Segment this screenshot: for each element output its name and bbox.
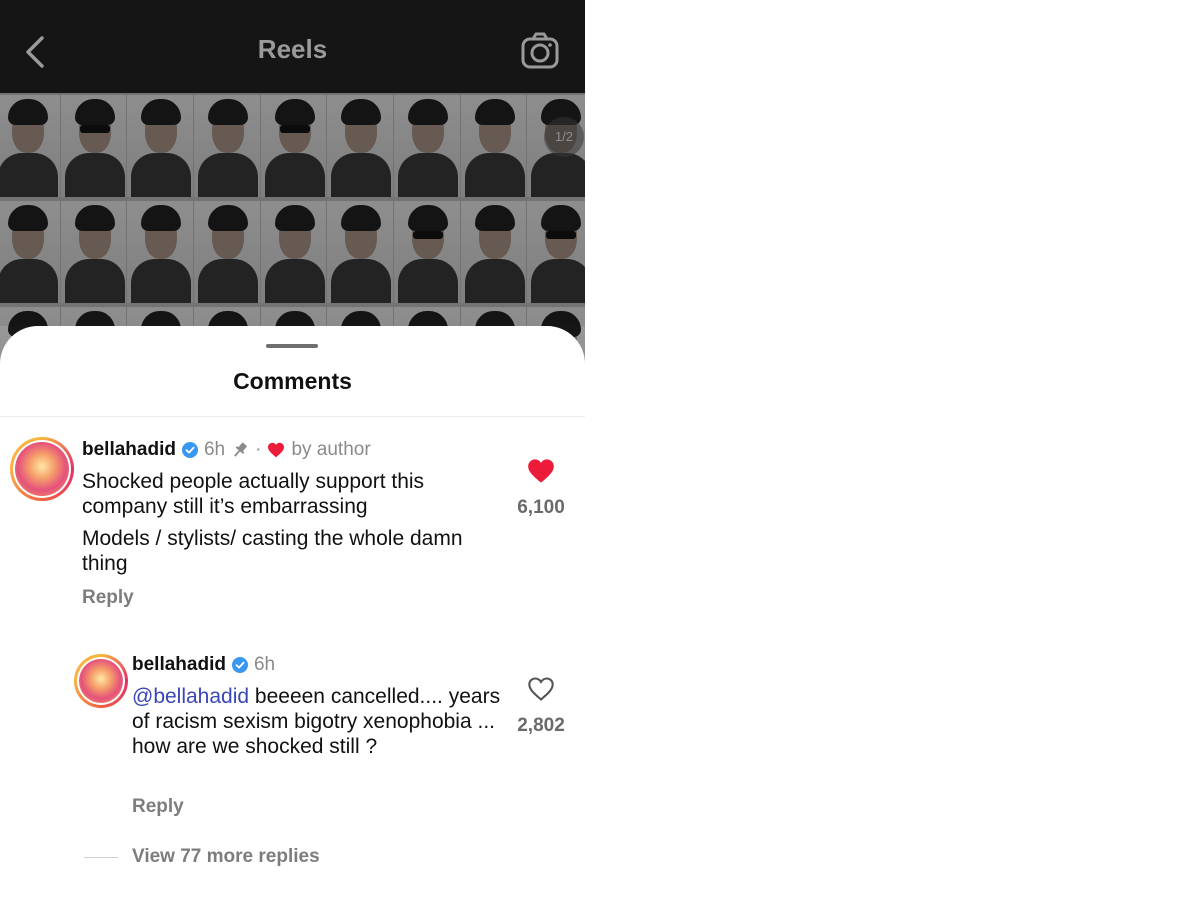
comment-time: 6h — [203, 439, 226, 460]
comment-meta: bellahadid 6h — [132, 654, 275, 676]
sheet-grabber[interactable] — [266, 344, 318, 348]
page-indicator: 1/2 — [544, 117, 584, 157]
headshot-image — [260, 95, 327, 197]
liked-by-author-label: by author — [291, 439, 371, 460]
username[interactable]: bellahadid — [132, 654, 226, 676]
phone-screen: Reels 1/2 Comments bellahadid 6h · by au… — [0, 0, 585, 900]
headshot-image — [394, 201, 460, 303]
like-count: 6,100 — [517, 497, 565, 518]
top-bar: Reels — [0, 0, 585, 93]
avatar[interactable] — [74, 654, 128, 708]
headshot-image — [527, 201, 585, 303]
separator-dot: · — [255, 439, 262, 460]
comments-sheet: Comments — [0, 326, 585, 900]
headshot-image — [194, 95, 260, 197]
headshot-image — [194, 201, 260, 303]
comment-text: @bellahadid beeeen cancelled.... years o… — [132, 684, 507, 759]
view-more-replies[interactable]: View 77 more replies — [84, 846, 320, 868]
headshot-image — [460, 201, 527, 303]
headshot-row — [0, 95, 585, 197]
headshot-image — [60, 95, 127, 197]
verified-badge-icon — [181, 442, 198, 458]
mention-link[interactable]: @bellahadid — [132, 685, 249, 708]
reply-button[interactable]: Reply — [82, 587, 134, 609]
profile-picture — [79, 659, 123, 703]
headshot-image — [460, 95, 527, 197]
headshot-image — [60, 201, 127, 303]
like-control: 6,100 — [506, 458, 576, 519]
sheet-title: Comments — [233, 368, 352, 394]
verified-badge-icon — [231, 657, 248, 673]
profile-picture — [15, 442, 69, 496]
heart-outline-icon[interactable] — [527, 676, 555, 702]
headshot-image — [327, 95, 394, 197]
camera-icon[interactable] — [518, 30, 562, 74]
like-count: 2,802 — [517, 715, 565, 736]
headshot-image — [127, 95, 194, 197]
heart-filled-icon — [268, 442, 285, 458]
headshot-image — [394, 95, 460, 197]
headshot-image — [127, 201, 194, 303]
reply-button[interactable]: Reply — [132, 796, 184, 818]
divider — [84, 856, 118, 858]
headshot-row — [0, 201, 585, 303]
comment-paragraph: Shocked people actually support this com… — [82, 470, 425, 518]
headshot-image — [260, 201, 327, 303]
avatar[interactable] — [10, 437, 74, 501]
comment-meta: bellahadid 6h · by author — [82, 439, 371, 461]
page-title: Reels — [257, 34, 328, 64]
username[interactable]: bellahadid — [82, 439, 176, 461]
heart-filled-icon[interactable] — [527, 458, 555, 484]
headshot-image — [0, 95, 60, 197]
comment-time: 6h — [253, 654, 276, 675]
like-control: 2,802 — [506, 676, 576, 737]
comment-paragraph: Models / stylists/ casting the whole dam… — [82, 527, 463, 575]
comment-text: Shocked people actually support this com… — [82, 469, 502, 576]
headshot-image — [327, 201, 394, 303]
headshot-image — [0, 201, 60, 303]
pin-icon — [234, 442, 247, 457]
divider — [0, 416, 585, 417]
view-more-replies-label[interactable]: View 77 more replies — [132, 846, 320, 868]
